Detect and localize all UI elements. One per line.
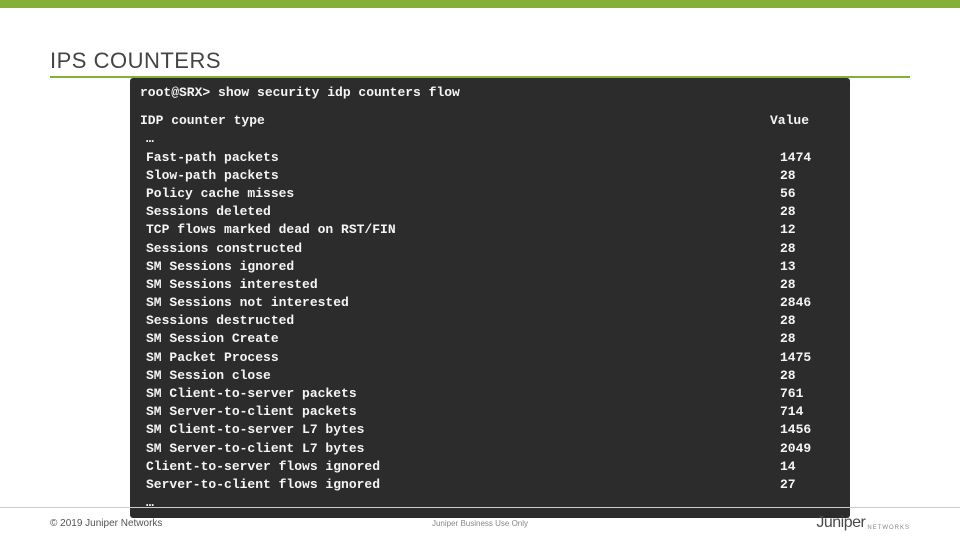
terminal-row: SM Packet Process 1475 — [140, 349, 840, 367]
counter-label: SM Sessions ignored — [140, 258, 294, 276]
terminal-row: Fast-path packets 1474 — [140, 149, 840, 167]
counter-value: 761 — [780, 385, 840, 403]
counter-value: 28 — [780, 167, 840, 185]
footer-center-text: Juniper Business Use Only — [432, 519, 528, 528]
counter-value: 28 — [780, 276, 840, 294]
counter-label: SM Sessions interested — [140, 276, 318, 294]
counter-value: 1474 — [780, 149, 840, 167]
terminal-header-value: Value — [770, 112, 840, 130]
terminal-header-label: IDP counter type — [140, 112, 265, 130]
logo-text: Juniper — [816, 514, 865, 532]
terminal-row: SM Server-to-client packets 714 — [140, 403, 840, 421]
slide-title: IPS COUNTERS — [50, 48, 910, 78]
terminal-row: Client-to-server flows ignored 14 — [140, 458, 840, 476]
counter-value: 13 — [780, 258, 840, 276]
terminal-row: Slow-path packets 28 — [140, 167, 840, 185]
footer-copyright: © 2019 Juniper Networks — [50, 518, 162, 529]
counter-value: 2846 — [780, 294, 840, 312]
counter-label: SM Packet Process — [140, 349, 279, 367]
terminal-row: SM Client-to-server packets 761 — [140, 385, 840, 403]
top-accent-bar — [0, 0, 960, 8]
counter-label: Slow-path packets — [140, 167, 279, 185]
counter-label: SM Server-to-client packets — [140, 403, 357, 421]
terminal-command: root@SRX> show security idp counters flo… — [140, 84, 840, 102]
counter-label: Policy cache misses — [140, 185, 294, 203]
terminal-output: root@SRX> show security idp counters flo… — [130, 78, 850, 518]
counter-value: 1475 — [780, 349, 840, 367]
counter-value: 27 — [780, 476, 840, 494]
juniper-logo: Juniper NETWORKS — [816, 514, 910, 532]
counter-label: SM Client-to-server packets — [140, 385, 357, 403]
counter-label: SM Server-to-client L7 bytes — [140, 440, 364, 458]
counter-label: TCP flows marked dead on RST/FIN — [140, 221, 396, 239]
counter-label: SM Session close — [140, 367, 271, 385]
counter-value: 28 — [780, 367, 840, 385]
terminal-rows: Fast-path packets 1474 Slow-path packets 28… — [140, 149, 840, 495]
terminal-row: SM Sessions ignored 13 — [140, 258, 840, 276]
logo-subtext: NETWORKS — [867, 525, 910, 532]
counter-value: 2049 — [780, 440, 840, 458]
terminal-row: SM Sessions interested 28 — [140, 276, 840, 294]
terminal-row: Sessions deleted 28 — [140, 203, 840, 221]
counter-label: SM Sessions not interested — [140, 294, 349, 312]
terminal-ellipsis-top: … — [140, 130, 840, 148]
counter-label: Client-to-server flows ignored — [140, 458, 380, 476]
terminal-header-row: IDP counter type Value — [140, 112, 840, 130]
counter-label: SM Client-to-server L7 bytes — [140, 421, 364, 439]
terminal-row: SM Sessions not interested 2846 — [140, 294, 840, 312]
slide-footer: © 2019 Juniper Networks Juniper Business… — [0, 507, 960, 532]
counter-value: 12 — [780, 221, 840, 239]
terminal-row: Sessions constructed 28 — [140, 240, 840, 258]
counter-label: Fast-path packets — [140, 149, 279, 167]
counter-value: 28 — [780, 203, 840, 221]
terminal-row: Server-to-client flows ignored 27 — [140, 476, 840, 494]
terminal-row: SM Client-to-server L7 bytes 1456 — [140, 421, 840, 439]
terminal-row: Policy cache misses 56 — [140, 185, 840, 203]
counter-value: 14 — [780, 458, 840, 476]
counter-value: 1456 — [780, 421, 840, 439]
counter-label: Sessions constructed — [140, 240, 302, 258]
terminal-row: TCP flows marked dead on RST/FIN 12 — [140, 221, 840, 239]
counter-label: Sessions deleted — [140, 203, 271, 221]
slide-content: IPS COUNTERS root@SRX> show security idp… — [0, 8, 960, 518]
terminal-row: SM Server-to-client L7 bytes 2049 — [140, 440, 840, 458]
terminal-row: Sessions destructed 28 — [140, 312, 840, 330]
counter-value: 28 — [780, 330, 840, 348]
counter-value: 714 — [780, 403, 840, 421]
counter-label: Server-to-client flows ignored — [140, 476, 380, 494]
counter-value: 56 — [780, 185, 840, 203]
terminal-row: SM Session close 28 — [140, 367, 840, 385]
counter-label: SM Session Create — [140, 330, 279, 348]
counter-value: 28 — [780, 240, 840, 258]
counter-label: Sessions destructed — [140, 312, 294, 330]
terminal-row: SM Session Create 28 — [140, 330, 840, 348]
counter-value: 28 — [780, 312, 840, 330]
